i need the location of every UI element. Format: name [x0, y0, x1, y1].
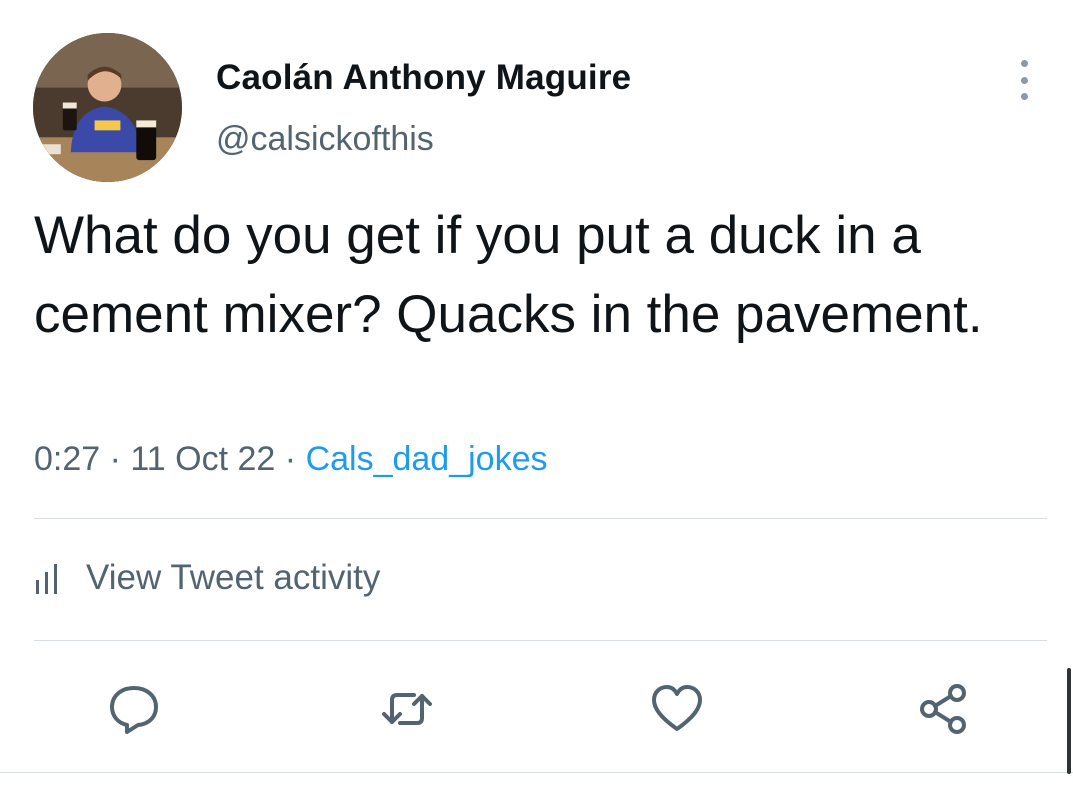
tweet-text: What do you get if you put a duck in a c…: [34, 206, 983, 344]
divider: [0, 772, 1073, 773]
meta-separator: ·: [109, 440, 121, 478]
author-handle[interactable]: @calsickofthis: [216, 120, 434, 159]
tweet-meta: 0:27 · 11 Oct 22 · Cals_dad_jokes: [34, 440, 548, 479]
heart-icon[interactable]: [650, 682, 704, 736]
view-tweet-activity-label: View Tweet activity: [86, 558, 381, 597]
divider: [34, 640, 1047, 641]
tweet-date[interactable]: 11 Oct 22: [130, 440, 275, 478]
avatar[interactable]: [33, 33, 182, 182]
dot: [1020, 93, 1028, 100]
share-icon[interactable]: [916, 682, 970, 736]
divider: [34, 518, 1047, 519]
scrollbar[interactable]: [1067, 668, 1071, 774]
author-name[interactable]: Caolán Anthony Maguire: [216, 58, 631, 98]
avatar-photo: [33, 33, 182, 182]
more-options-icon[interactable]: [1010, 60, 1038, 100]
retweet-icon[interactable]: [380, 682, 434, 736]
dot: [1020, 60, 1028, 67]
tweet-time[interactable]: 0:27: [34, 440, 100, 478]
reply-icon[interactable]: [107, 682, 161, 736]
dot: [1020, 76, 1028, 84]
meta-separator: ·: [284, 440, 297, 478]
tweet-source-link[interactable]: Cals_dad_jokes: [306, 440, 548, 478]
bar-chart-icon: [36, 564, 57, 594]
view-tweet-activity-link[interactable]: View Tweet activity: [34, 558, 380, 598]
